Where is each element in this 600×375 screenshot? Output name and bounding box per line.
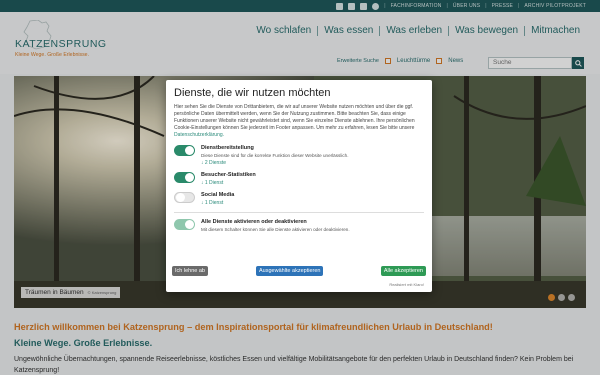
service-count[interactable]: ↓ 2 Dienste — [201, 160, 349, 166]
modal-divider — [174, 212, 424, 213]
modal-title: Dienste, die wir nutzen möchten — [174, 87, 331, 99]
toggle-all-row: Alle Dienste aktivieren oder deaktiviere… — [174, 219, 424, 232]
consent-modal: Dienste, die wir nutzen möchten Hier seh… — [166, 80, 432, 292]
toggle-all[interactable] — [174, 219, 195, 230]
service-dienstbereitstellung: Dienstbereitstellung Diese Dienste sind … — [174, 145, 424, 166]
service-besucher-statistiken: Besucher-Statistiken ↓ 1 Dienst — [174, 172, 424, 186]
service-social-media: Social Media ↓ 1 Dienst — [174, 192, 424, 206]
service-desc: Diese Dienste sind für die korrekte Funk… — [201, 153, 349, 158]
toggle-social-media[interactable] — [174, 192, 195, 203]
service-title: Dienstbereitstellung — [201, 145, 254, 151]
service-count[interactable]: ↓ 1 Dienst — [201, 200, 234, 206]
toggle-all-desc: Mit diesem Schalter können Sie alle Dien… — [201, 227, 350, 232]
decline-button[interactable]: Ich lehne ab — [172, 266, 208, 276]
toggle-dienstbereitstellung[interactable] — [174, 145, 195, 156]
accept-selected-button[interactable]: Ausgewählte akzeptieren — [256, 266, 324, 276]
service-title: Besucher-Statistiken — [201, 172, 256, 178]
service-title: Social Media — [201, 192, 235, 198]
accept-all-button[interactable]: Alle akzeptieren — [380, 266, 426, 276]
toggle-besucher-statistiken[interactable] — [174, 172, 195, 183]
toggle-all-title: Alle Dienste aktivieren oder deaktiviere… — [201, 219, 307, 225]
klaro-credit[interactable]: Realisiert mit Klaro! — [389, 282, 424, 287]
privacy-link[interactable]: Datenschutzerklärung. — [174, 132, 224, 138]
modal-intro: Hier sehen Sie die Dienste von Drittanbi… — [174, 104, 415, 138]
service-count[interactable]: ↓ 1 Dienst — [201, 180, 256, 186]
